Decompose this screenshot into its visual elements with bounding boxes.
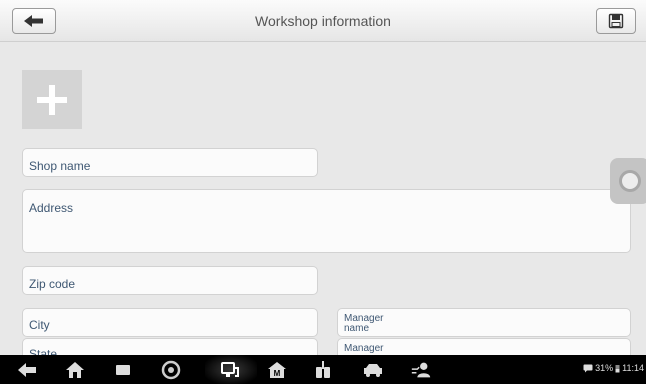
floating-assist-button[interactable]: [610, 158, 646, 204]
multimeter-icon[interactable]: [312, 359, 334, 381]
save-button[interactable]: [596, 8, 636, 34]
city-field[interactable]: City: [22, 308, 318, 337]
shop-name-field[interactable]: Shop name: [22, 148, 318, 177]
browser-icon[interactable]: [160, 359, 182, 381]
system-nav-bar: M 31% 11:14: [0, 355, 646, 384]
top-bar: Workshop information: [0, 0, 646, 42]
zip-code-field[interactable]: Zip code: [22, 266, 318, 295]
battery-icon: [615, 364, 620, 372]
save-icon: [608, 13, 624, 29]
clock: 11:14: [622, 363, 644, 373]
page-title: Workshop information: [255, 13, 391, 29]
autel-home-icon[interactable]: M: [266, 359, 288, 381]
zip-code-label: Zip code: [29, 277, 76, 291]
remote-expert-icon[interactable]: [410, 359, 432, 381]
manager-name-label: Manager name: [344, 313, 384, 334]
battery-percent: 31%: [595, 363, 614, 373]
home-icon[interactable]: [64, 359, 86, 381]
shop-name-label: Shop name: [29, 159, 91, 173]
city-label: City: [29, 318, 50, 332]
back-icon[interactable]: [16, 359, 38, 381]
address-field[interactable]: Address: [22, 189, 631, 253]
vci-icon[interactable]: [220, 359, 242, 381]
car-icon[interactable]: [362, 359, 384, 381]
manager-name-field[interactable]: Manager name: [337, 308, 631, 337]
status-area: 31% 11:14: [583, 363, 644, 373]
add-logo-button[interactable]: [22, 70, 82, 129]
recent-apps-icon[interactable]: [112, 359, 134, 381]
svg-text:M: M: [274, 369, 281, 378]
address-label: Address: [29, 201, 74, 215]
manager-label: Manager: [344, 343, 384, 354]
message-icon: [583, 364, 593, 372]
circle-icon: [619, 170, 641, 192]
